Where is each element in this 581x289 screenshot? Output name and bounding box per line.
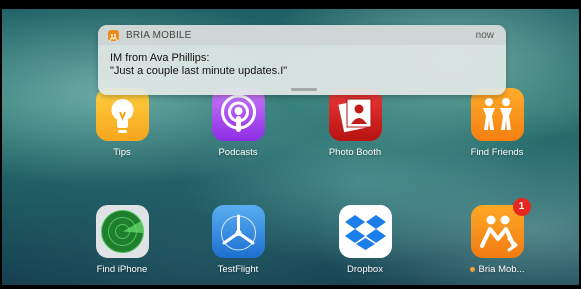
- propeller-icon: [211, 205, 265, 258]
- app-podcasts[interactable]: Podcasts: [198, 88, 278, 158]
- app-label: TestFlight: [217, 264, 259, 275]
- podcasts-icon: [211, 88, 265, 141]
- app-label: Tips: [113, 147, 131, 158]
- dropbox-icon: [338, 205, 392, 258]
- notification-app-name: BRIA MOBILE: [126, 30, 192, 41]
- app-find-friends[interactable]: Find Friends: [457, 88, 537, 158]
- app-label: Photo Booth: [328, 147, 382, 158]
- new-install-dot: [469, 266, 475, 272]
- notification-time: now: [475, 30, 494, 41]
- app-label: Podcasts: [218, 147, 258, 158]
- home-screen: Tips Podcasts Photo Booth Find Friends F…: [0, 0, 581, 289]
- notification-grabber[interactable]: [291, 88, 317, 91]
- bria-small-icon: [108, 30, 119, 42]
- notification-banner[interactable]: BRIA MOBILE now IM from Ava Phillips: "J…: [98, 25, 506, 95]
- app-bria-mobile[interactable]: 1 Bria Mob...: [457, 198, 537, 275]
- app-label: Find Friends: [470, 147, 524, 158]
- notification-title: IM from Ava Phillips:: [110, 52, 210, 64]
- app-find-iphone[interactable]: Find iPhone: [82, 205, 162, 275]
- notification-body: "Just a couple last minute updates.I": [110, 65, 288, 77]
- lightbulb-icon: [95, 88, 149, 141]
- app-dropbox[interactable]: Dropbox: [325, 205, 405, 275]
- notification-badge: 1: [512, 198, 531, 216]
- find-friends-icon: [470, 88, 524, 141]
- notification-header: BRIA MOBILE now: [98, 25, 506, 45]
- photo-booth-icon: [328, 88, 382, 141]
- radar-icon: [95, 205, 149, 258]
- app-photo-booth[interactable]: Photo Booth: [315, 88, 395, 158]
- app-label: Dropbox: [347, 264, 383, 275]
- app-testflight[interactable]: TestFlight: [198, 205, 278, 275]
- app-label: Find iPhone: [96, 264, 148, 275]
- app-label: Bria Mob...: [478, 264, 525, 275]
- app-tips[interactable]: Tips: [82, 88, 162, 158]
